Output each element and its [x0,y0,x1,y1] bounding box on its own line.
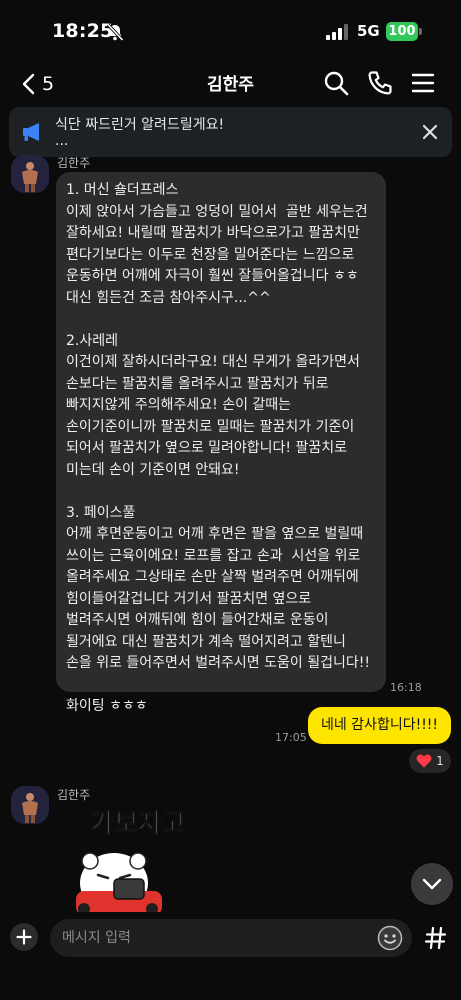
message-time: 17:05 [275,731,307,744]
search-icon[interactable] [322,69,350,97]
signal-icon [326,24,348,40]
notice-text: 식단 짜드린거 알려드릴게요! [55,117,225,133]
message-time: 16:18 [390,681,422,694]
chevron-down-icon [422,878,442,890]
profile-photo [11,155,49,193]
message-bubble[interactable]: 1. 머신 숄더프레스 이제 앉아서 가슴들고 엉덩이 밀어서 골반 세우는건 … [56,172,386,714]
chat-header: 5 김한주 [0,62,461,106]
reaction-chip[interactable]: 1 [409,749,451,773]
back-button[interactable]: 5 [20,68,54,100]
network-label: 5G [357,22,380,40]
battery-badge: 100 [386,22,418,41]
notice-banner[interactable]: 식단 짜드린거 알려드릴게요! ... [9,107,452,157]
sender-name: 김한주 [57,788,91,802]
emoji-icon[interactable] [377,925,403,951]
avatar[interactable] [11,786,49,824]
bell-slash-icon [106,23,124,42]
menu-icon[interactable] [409,69,437,97]
reaction-count: 1 [436,754,444,768]
close-icon[interactable] [420,122,440,142]
sticker-caption: 가보자고 [90,809,186,839]
battery-nub [419,28,422,35]
heart-icon [416,754,432,768]
message-composer [0,912,461,1000]
attach-button[interactable] [10,923,38,951]
plus-icon [16,929,32,945]
chevron-left-icon [22,73,35,95]
sender-name: 김한주 [57,156,91,170]
status-bar: 18:25 5G 100 [0,0,461,62]
bear-sticker-icon[interactable]: 가보자고 [72,805,212,915]
message-input[interactable] [50,919,412,957]
notice-more: ... [55,133,69,149]
my-message-bubble[interactable]: 네네 감사합니다!!!! [308,707,451,744]
hash-icon[interactable] [422,924,450,952]
phone-icon[interactable] [366,69,394,97]
profile-photo [11,786,49,824]
avatar[interactable] [11,155,49,193]
unread-count: 5 [42,73,55,95]
megaphone-icon [23,123,39,141]
scroll-down-button[interactable] [411,863,453,905]
